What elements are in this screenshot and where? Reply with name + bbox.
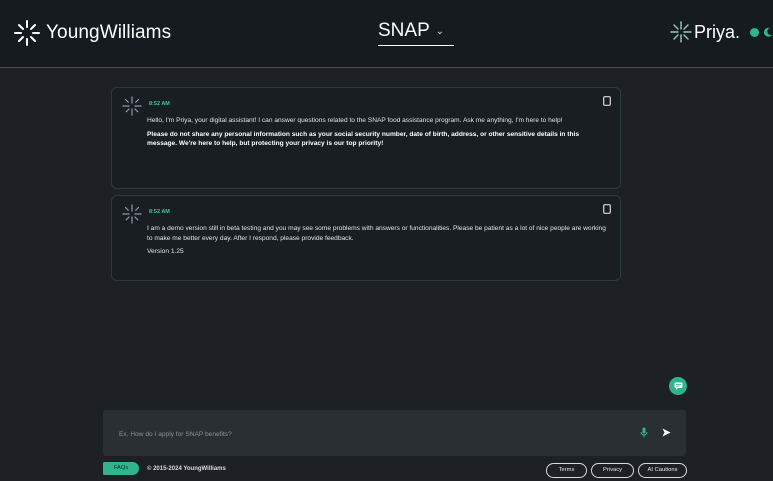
- message-time: 8:52 AM: [149, 101, 170, 107]
- chevron-down-icon: ⌄: [435, 25, 445, 37]
- youngwilliams-logo-icon: [14, 20, 40, 46]
- assistant-message: 8:52 AM I am a demo version still in bet…: [111, 195, 621, 281]
- ai-cautions-link[interactable]: AI Cautions: [638, 463, 687, 478]
- program-selector[interactable]: SNAP ⌄: [378, 20, 454, 46]
- chat-toggle-button[interactable]: [669, 377, 687, 395]
- message-composer: [103, 410, 686, 456]
- program-label: SNAP: [378, 20, 430, 41]
- app-header: YoungWilliams SNAP ⌄ Priya.: [0, 0, 773, 68]
- version-text: Version 1.25: [147, 248, 184, 255]
- priya-logo-icon: [670, 21, 692, 43]
- brand-logo[interactable]: YoungWilliams: [12, 18, 171, 48]
- message-text: I am a demo version still in beta testin…: [147, 225, 606, 242]
- faqs-button[interactable]: FAQs: [103, 462, 139, 475]
- terms-link[interactable]: Terms: [546, 463, 587, 478]
- message-body: Hello, I'm Priya, your digital assistant…: [147, 116, 608, 153]
- chat-icon: [674, 382, 682, 390]
- microphone-icon[interactable]: [640, 427, 648, 438]
- copy-icon[interactable]: [603, 96, 611, 106]
- priya-avatar-icon: [122, 204, 142, 224]
- privacy-warning: Please do not share any personal informa…: [147, 130, 580, 148]
- priya-avatar-icon: [122, 96, 142, 116]
- message-body: I am a demo version still in beta testin…: [147, 224, 608, 261]
- moon-icon[interactable]: [763, 27, 773, 37]
- assistant-name: Priya.: [694, 21, 741, 42]
- brand-name: YoungWilliams: [46, 22, 172, 43]
- privacy-link[interactable]: Privacy: [591, 463, 634, 478]
- copyright-text: © 2015-2024 YoungWilliams: [147, 466, 226, 472]
- assistant-brand: Priya.: [670, 21, 773, 43]
- assistant-message: 8:52 AM Hello, I'm Priya, your digital a…: [111, 87, 621, 189]
- globe-icon[interactable]: [750, 27, 760, 37]
- message-text: Hello, I'm Priya, your digital assistant…: [147, 117, 563, 124]
- send-icon[interactable]: [662, 428, 671, 437]
- message-time: 8:52 AM: [149, 209, 170, 215]
- message-input[interactable]: [117, 427, 601, 441]
- copy-icon[interactable]: [603, 204, 611, 214]
